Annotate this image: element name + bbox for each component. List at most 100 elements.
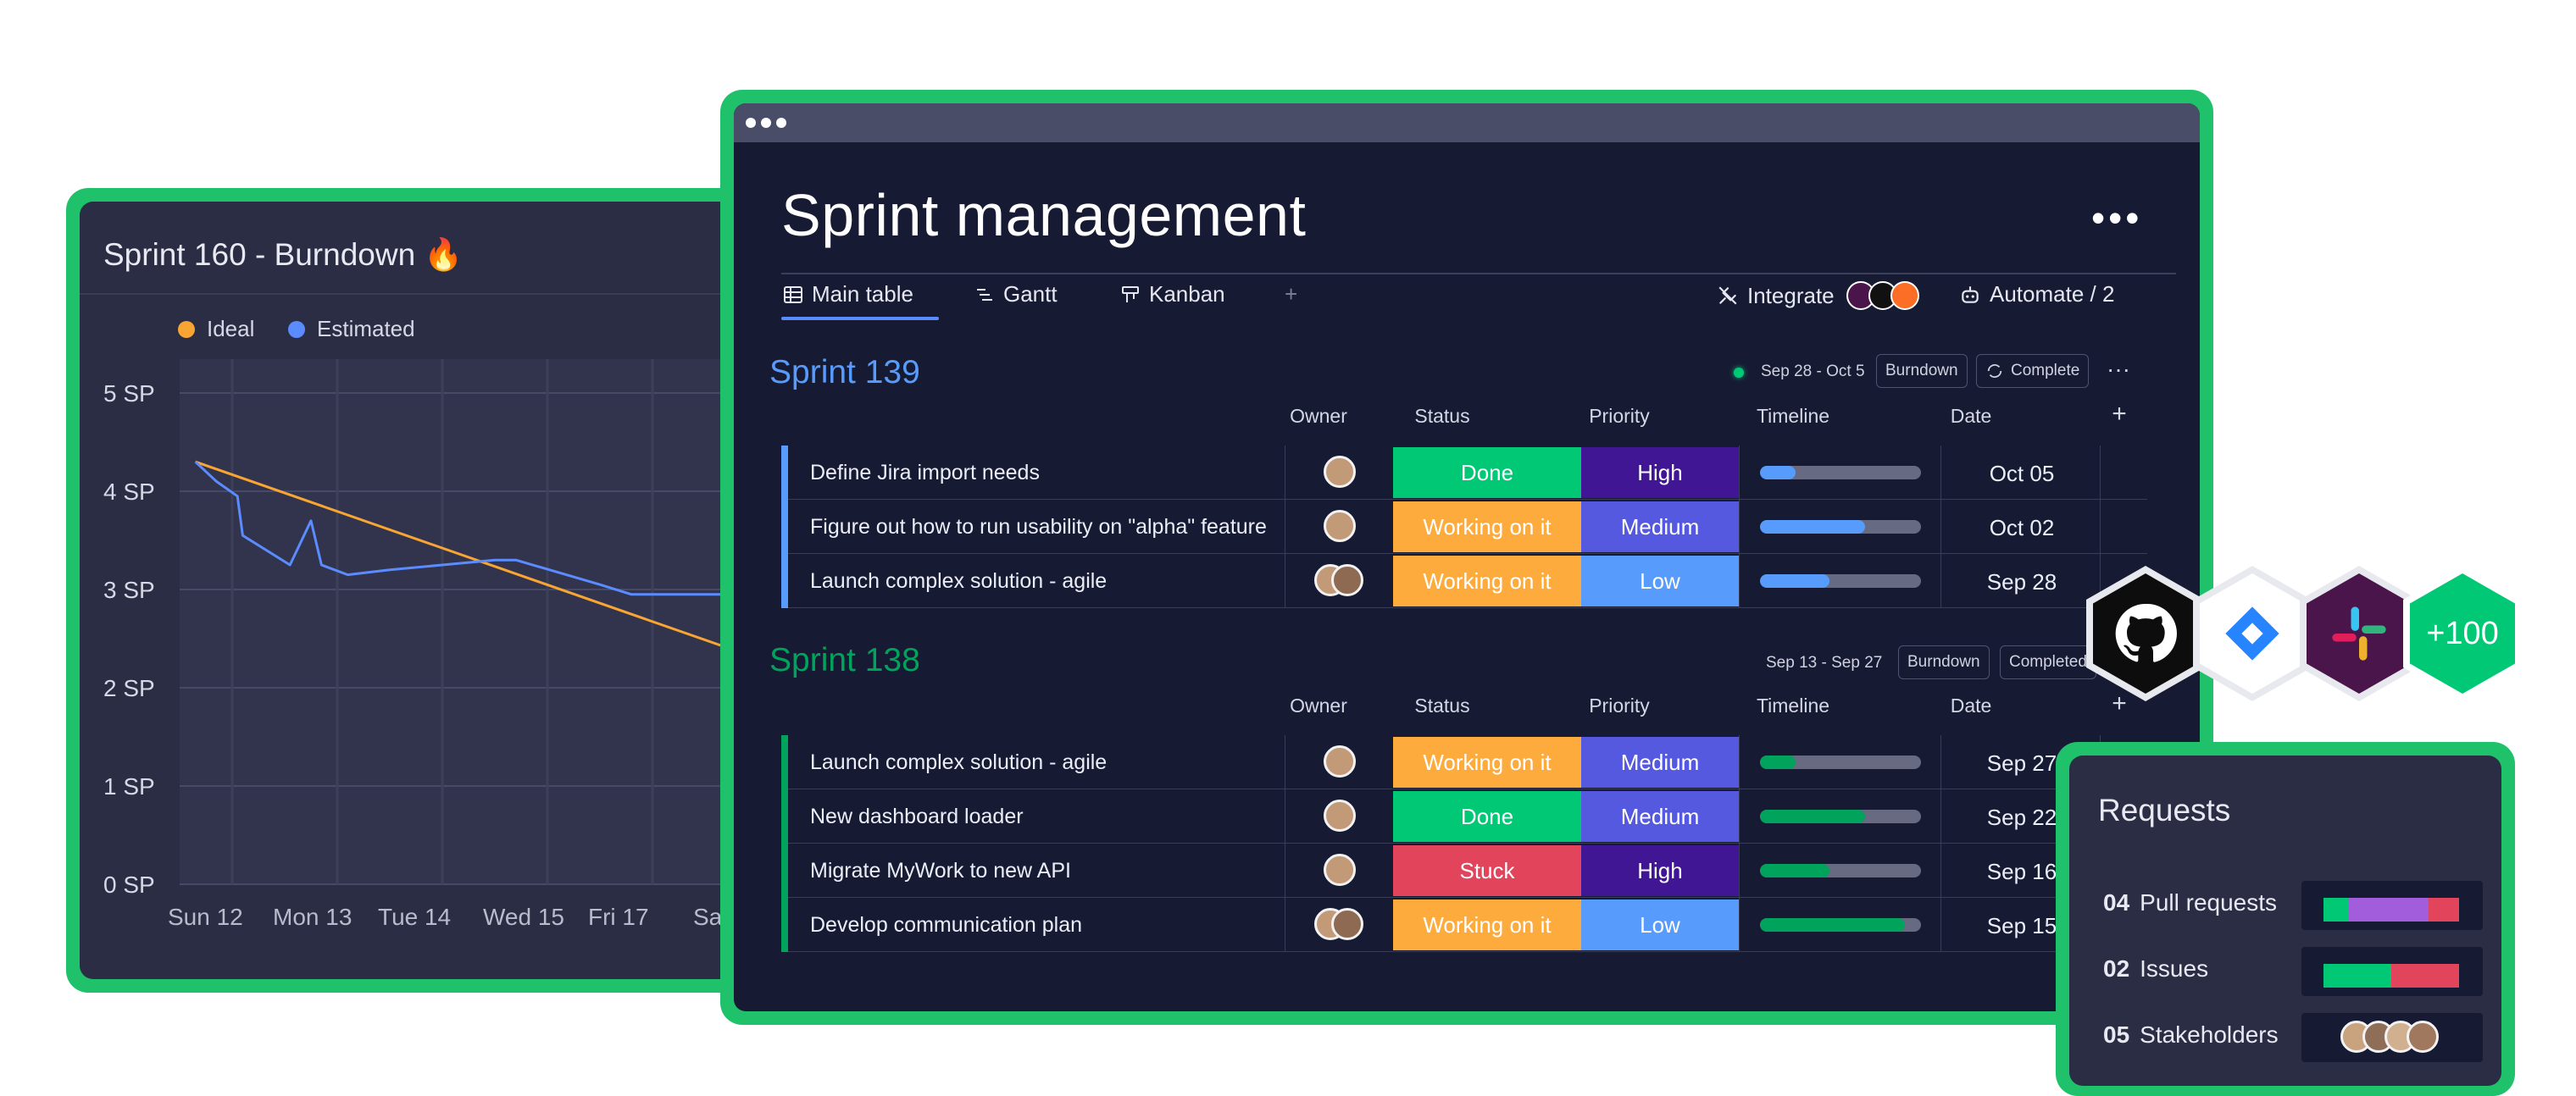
page-title: Sprint management <box>781 182 1307 248</box>
column-header-owner[interactable]: Owner <box>1285 405 1352 428</box>
add-view-button[interactable]: + <box>1285 281 1297 307</box>
priority-cell[interactable]: Low <box>1581 556 1739 606</box>
group-title[interactable]: Sprint 138 <box>769 642 920 679</box>
owner-cell[interactable] <box>1285 844 1394 898</box>
column-header-timeline[interactable]: Timeline <box>1742 695 1844 717</box>
request-item-issues[interactable]: 02 Issues <box>2103 955 2208 983</box>
avatar[interactable] <box>1331 564 1363 596</box>
timeline-cell[interactable] <box>1739 554 1941 608</box>
request-bar <box>2301 881 2483 930</box>
priority-cell[interactable]: High <box>1581 447 1739 498</box>
group-title[interactable]: Sprint 139 <box>769 354 920 391</box>
timeline-progress <box>1760 756 1796 769</box>
status-cell[interactable]: Working on it <box>1393 556 1581 606</box>
table-row[interactable]: Migrate MyWork to new API Stuck High Sep… <box>781 844 2147 898</box>
group-color-bar <box>781 844 788 898</box>
timeline-cell[interactable] <box>1739 789 1941 844</box>
more-integrations-count: +100 <box>2410 573 2515 694</box>
date-cell[interactable]: Oct 02 <box>1940 500 2101 554</box>
request-count: 02 <box>2103 955 2130 982</box>
request-item-pull-requests[interactable]: 04 Pull requests <box>2103 889 2277 916</box>
tab-main-table[interactable]: Main table <box>783 281 913 307</box>
group-date-range: Sep 13 - Sep 27 <box>1766 654 1883 672</box>
table-row[interactable]: Develop communication plan Working on it… <box>781 898 2147 952</box>
add-column-button[interactable]: + <box>2107 689 2132 718</box>
table-row[interactable]: New dashboard loader Done Medium Sep 22 <box>781 789 2147 844</box>
status-cell[interactable]: Working on it <box>1393 501 1581 552</box>
group-more-button[interactable]: ··· <box>2107 356 2130 383</box>
automate-button[interactable]: Automate / 2 <box>1959 281 2114 307</box>
more-options-button[interactable]: ••• <box>2091 195 2142 241</box>
column-header-status[interactable]: Status <box>1395 695 1490 717</box>
burndown-button[interactable]: Burndown <box>1876 354 1968 388</box>
item-name[interactable]: Figure out how to run usability on "alph… <box>810 515 1267 540</box>
item-name[interactable]: Launch complex solution - agile <box>810 750 1107 775</box>
date-value: Oct 05 <box>1989 461 2055 486</box>
status-cell[interactable]: Done <box>1393 791 1581 842</box>
date-cell[interactable]: Sep 28 <box>1940 554 2101 608</box>
avatar[interactable] <box>1324 456 1356 488</box>
column-header-date[interactable]: Date <box>1937 405 2005 428</box>
timeline-cell[interactable] <box>1739 735 1941 789</box>
owner-cell[interactable] <box>1285 898 1394 952</box>
timeline-progress <box>1760 574 1829 588</box>
timeline-cell[interactable] <box>1739 898 1941 952</box>
status-cell[interactable]: Working on it <box>1393 737 1581 788</box>
column-header-status[interactable]: Status <box>1395 405 1490 428</box>
date-cell[interactable]: Oct 05 <box>1940 446 2101 500</box>
owner-cell[interactable] <box>1285 446 1394 500</box>
priority-cell[interactable]: Medium <box>1581 737 1739 788</box>
timeline-cell[interactable] <box>1739 500 1941 554</box>
table-row[interactable]: Launch complex solution - agile Working … <box>781 554 2147 608</box>
timeline-cell[interactable] <box>1739 844 1941 898</box>
column-header-priority[interactable]: Priority <box>1573 405 1666 428</box>
extra-cell <box>2100 446 2140 500</box>
status-cell[interactable]: Working on it <box>1393 899 1581 950</box>
owner-cell[interactable] <box>1285 735 1394 789</box>
burndown-button[interactable]: Burndown <box>1898 645 1990 679</box>
table-row[interactable]: Figure out how to run usability on "alph… <box>781 500 2147 554</box>
item-name[interactable]: Develop communication plan <box>810 913 1082 938</box>
item-name[interactable]: Migrate MyWork to new API <box>810 859 1071 883</box>
owner-cell[interactable] <box>1285 554 1394 608</box>
avatar[interactable] <box>1324 800 1356 832</box>
avatar[interactable] <box>1324 510 1356 542</box>
extra-cell <box>2100 500 2140 554</box>
request-item-stakeholders[interactable]: 05 Stakeholders <box>2103 1021 2279 1049</box>
timeline-cell[interactable] <box>1739 446 1941 500</box>
more-integrations-badge[interactable]: +100 <box>2403 566 2522 701</box>
completed-button[interactable]: Completed <box>2000 645 2096 679</box>
priority-cell[interactable]: Low <box>1581 899 1739 950</box>
group-color-bar <box>781 735 788 789</box>
priority-cell[interactable]: High <box>1581 845 1739 896</box>
avatar[interactable] <box>1331 908 1363 940</box>
owner-cell[interactable] <box>1285 500 1394 554</box>
item-name[interactable]: New dashboard loader <box>810 805 1024 829</box>
robot-icon <box>1962 285 1979 303</box>
tab-gantt[interactable]: Gantt <box>974 281 1058 307</box>
avatar[interactable] <box>1324 854 1356 886</box>
slack-badge[interactable] <box>2300 566 2418 701</box>
priority-cell[interactable]: Medium <box>1581 501 1739 552</box>
item-name[interactable]: Define Jira import needs <box>810 461 1040 485</box>
status-cell[interactable]: Stuck <box>1393 845 1581 896</box>
status-cell[interactable]: Done <box>1393 447 1581 498</box>
column-header-date[interactable]: Date <box>1937 695 2005 717</box>
add-column-button[interactable]: + <box>2107 400 2132 429</box>
date-value: Sep 28 <box>1986 569 2057 595</box>
tab-kanban[interactable]: Kanban <box>1120 281 1225 307</box>
item-name[interactable]: Launch complex solution - agile <box>810 569 1107 594</box>
table-row[interactable]: Launch complex solution - agile Working … <box>781 735 2147 789</box>
column-header-priority[interactable]: Priority <box>1573 695 1666 717</box>
priority-cell[interactable]: Medium <box>1581 791 1739 842</box>
window-dot <box>761 118 771 128</box>
table-row[interactable]: Define Jira import needs Done High Oct 0… <box>781 446 2147 500</box>
integrate-button[interactable]: Integrate <box>1717 281 1919 310</box>
column-header-timeline[interactable]: Timeline <box>1742 405 1844 428</box>
kanban-icon <box>1122 285 1139 302</box>
column-header-owner[interactable]: Owner <box>1285 695 1352 717</box>
table-icon <box>784 285 802 303</box>
complete-button[interactable]: Complete <box>1976 354 2090 388</box>
owner-cell[interactable] <box>1285 789 1394 844</box>
avatar[interactable] <box>1324 745 1356 778</box>
